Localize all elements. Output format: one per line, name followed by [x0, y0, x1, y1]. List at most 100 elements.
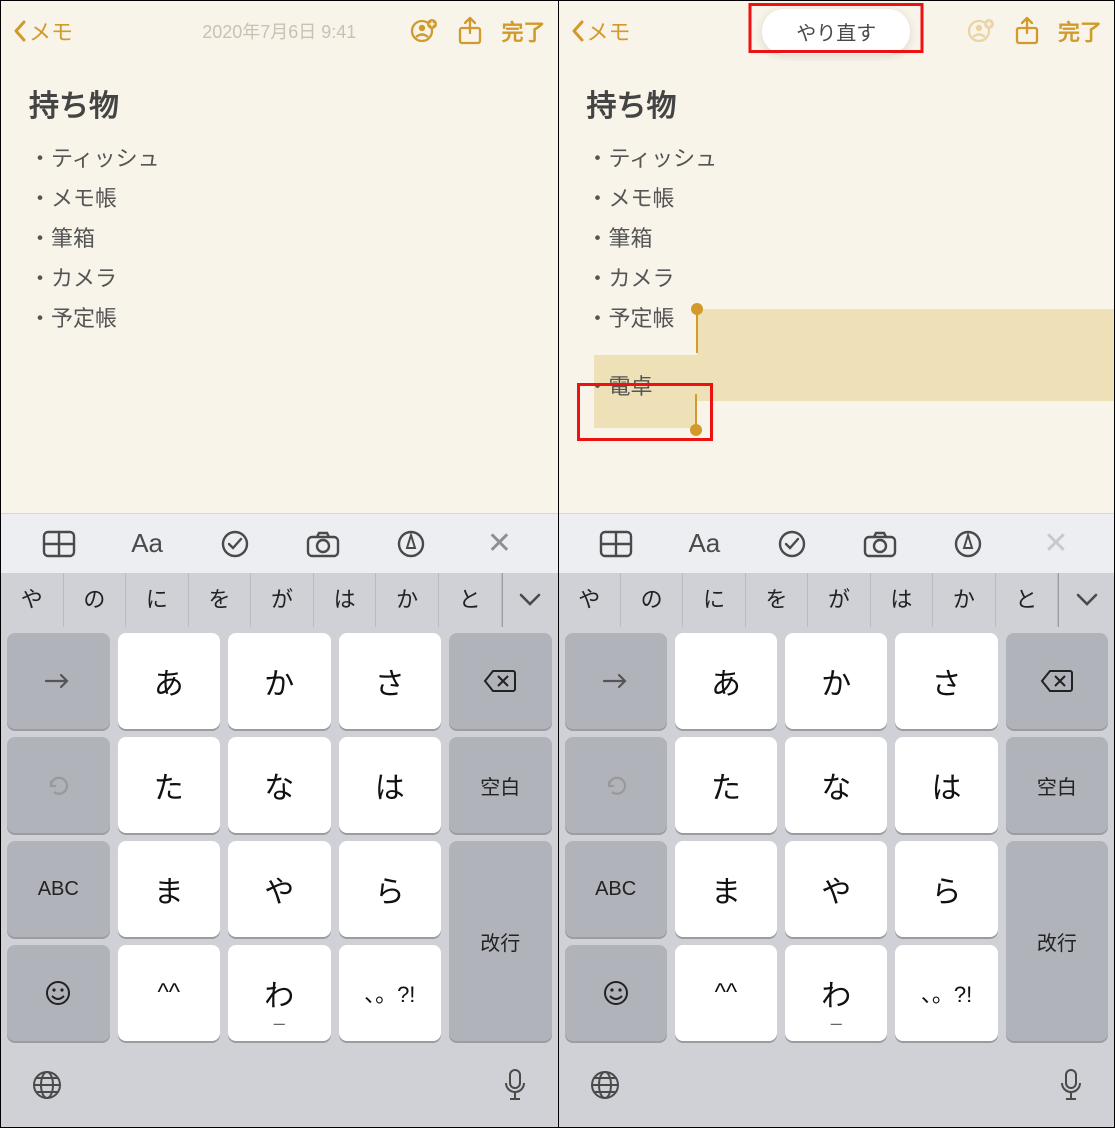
suggestion[interactable]: に [683, 573, 745, 627]
keyboard: あ か さ た な は 空白 ABC ま や ら 改行 ^^ わー 、。?! [559, 627, 1115, 1047]
key-ya[interactable]: や [785, 841, 887, 937]
suggestion[interactable]: に [126, 573, 189, 627]
key-ra[interactable]: ら [339, 841, 442, 937]
close-icon[interactable]: ✕ [478, 523, 520, 565]
key-undo[interactable] [7, 737, 110, 833]
text-format-icon[interactable]: Aa [126, 523, 168, 565]
key-kaomoji[interactable]: ^^ [675, 945, 777, 1041]
done-button[interactable]: 完了 [501, 15, 545, 47]
key-ya[interactable]: や [228, 841, 331, 937]
key-emoji[interactable] [565, 945, 667, 1041]
suggestion[interactable]: の [64, 573, 127, 627]
key-next[interactable] [7, 633, 110, 729]
key-ka[interactable]: か [785, 633, 887, 729]
key-na[interactable]: な [228, 737, 331, 833]
close-icon[interactable]: ✕ [1035, 523, 1077, 565]
keyboard-bottom-bar [559, 1047, 1115, 1127]
list-item: ・カメラ [587, 259, 1087, 299]
key-ta[interactable]: た [675, 737, 777, 833]
keyboard: あ か さ た な は 空白 ABC ま や ら 改行 ^^ わー 、。?! [1, 627, 558, 1047]
checklist-icon[interactable] [214, 523, 256, 565]
key-abc[interactable]: ABC [565, 841, 667, 937]
key-return[interactable]: 改行 [1006, 841, 1108, 1041]
done-button[interactable]: 完了 [1058, 15, 1102, 47]
key-punct[interactable]: 、。?! [339, 945, 442, 1041]
text-format-icon[interactable]: Aa [683, 523, 725, 565]
key-wa[interactable]: わー [785, 945, 887, 1041]
key-ha[interactable]: は [339, 737, 442, 833]
suggestion[interactable]: を [189, 573, 252, 627]
globe-icon[interactable] [589, 1069, 621, 1106]
suggestion[interactable]: か [933, 573, 995, 627]
back-label: メモ [587, 15, 631, 47]
chevron-left-icon [571, 20, 585, 42]
suggestion[interactable]: か [376, 573, 439, 627]
key-ma[interactable]: ま [675, 841, 777, 937]
key-delete[interactable] [449, 633, 552, 729]
key-undo[interactable] [565, 737, 667, 833]
suggestion[interactable]: を [746, 573, 808, 627]
suggestion[interactable]: は [314, 573, 377, 627]
collaborate-icon[interactable] [964, 14, 998, 48]
chevron-left-icon [13, 20, 27, 42]
phone-screen-left: メモ 2020年7月6日 9:41 完了 持ち物 ・ティッシュ ・メモ帳 ・筆箱… [1, 1, 558, 1127]
key-na[interactable]: な [785, 737, 887, 833]
key-delete[interactable] [1006, 633, 1108, 729]
suggestion[interactable]: は [871, 573, 933, 627]
list-item: ・予定帳 [587, 299, 1087, 339]
list-item: ・メモ帳 [587, 179, 1087, 219]
key-abc[interactable]: ABC [7, 841, 110, 937]
suggestion-bar: や の に を が は か と [559, 573, 1115, 627]
note-content[interactable]: 持ち物 ・ティッシュ ・メモ帳 ・筆箱 ・カメラ ・予定帳 ・電卓 [559, 61, 1115, 513]
keyboard-bottom-bar [1, 1047, 558, 1127]
key-kaomoji[interactable]: ^^ [118, 945, 221, 1041]
share-icon[interactable] [453, 14, 487, 48]
suggestion[interactable]: が [251, 573, 314, 627]
key-ma[interactable]: ま [118, 841, 221, 937]
suggestion[interactable]: と [439, 573, 502, 627]
key-ka[interactable]: か [228, 633, 331, 729]
key-ta[interactable]: た [118, 737, 221, 833]
mic-icon[interactable] [502, 1068, 528, 1107]
chevron-down-icon[interactable] [1058, 573, 1114, 627]
key-ha[interactable]: は [895, 737, 997, 833]
back-button[interactable]: メモ [13, 15, 73, 47]
globe-icon[interactable] [31, 1069, 63, 1106]
key-next[interactable] [565, 633, 667, 729]
note-content[interactable]: 持ち物 ・ティッシュ ・メモ帳 ・筆箱 ・カメラ ・予定帳 [1, 61, 558, 513]
share-icon[interactable] [1010, 14, 1044, 48]
key-space[interactable]: 空白 [1006, 737, 1108, 833]
table-icon[interactable] [38, 523, 80, 565]
back-button[interactable]: メモ [571, 15, 631, 47]
key-sa[interactable]: さ [339, 633, 442, 729]
list-item: ・カメラ [29, 259, 530, 299]
checklist-icon[interactable] [771, 523, 813, 565]
key-punct[interactable]: 、。?! [895, 945, 997, 1041]
key-ra[interactable]: ら [895, 841, 997, 937]
list-item: ・筆箱 [587, 219, 1087, 259]
key-wa[interactable]: わー [228, 945, 331, 1041]
markup-icon[interactable] [947, 523, 989, 565]
chevron-down-icon[interactable] [502, 573, 558, 627]
key-return[interactable]: 改行 [449, 841, 552, 1041]
key-a[interactable]: あ [675, 633, 777, 729]
note-toolbar: Aa ✕ [1, 513, 558, 573]
key-emoji[interactable] [7, 945, 110, 1041]
suggestion[interactable]: の [621, 573, 683, 627]
suggestion[interactable]: や [559, 573, 621, 627]
list-item: ・メモ帳 [29, 179, 530, 219]
collaborate-icon[interactable] [407, 14, 441, 48]
suggestion[interactable]: が [808, 573, 870, 627]
list-item: ・ティッシュ [587, 139, 1087, 179]
key-space[interactable]: 空白 [449, 737, 552, 833]
redo-button[interactable]: やり直す [762, 9, 910, 54]
camera-icon[interactable] [302, 523, 344, 565]
table-icon[interactable] [595, 523, 637, 565]
suggestion[interactable]: と [996, 573, 1058, 627]
markup-icon[interactable] [390, 523, 432, 565]
camera-icon[interactable] [859, 523, 901, 565]
suggestion[interactable]: や [1, 573, 64, 627]
key-sa[interactable]: さ [895, 633, 997, 729]
mic-icon[interactable] [1058, 1068, 1084, 1107]
key-a[interactable]: あ [118, 633, 221, 729]
